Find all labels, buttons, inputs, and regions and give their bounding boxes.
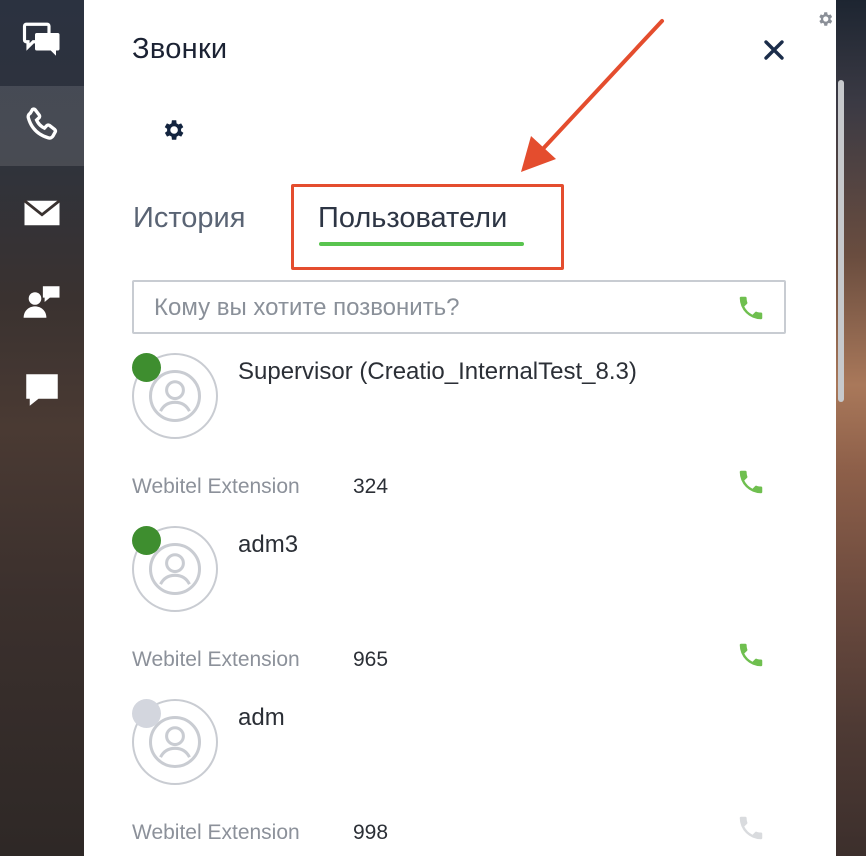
left-rail bbox=[0, 0, 84, 856]
rail-item-chats[interactable] bbox=[0, 0, 84, 80]
contact-message-icon bbox=[23, 286, 60, 318]
close-icon bbox=[764, 40, 784, 60]
annotation-highlight-box bbox=[291, 184, 564, 270]
extension-label: Webitel Extension bbox=[132, 821, 300, 844]
rail-item-email[interactable] bbox=[0, 173, 84, 253]
scrollbar[interactable] bbox=[838, 80, 844, 402]
status-offline-badge bbox=[132, 699, 161, 728]
search-input[interactable] bbox=[154, 290, 734, 326]
phone-icon bbox=[739, 643, 763, 667]
gear-icon bbox=[164, 120, 184, 140]
user-name: adm3 bbox=[238, 531, 299, 558]
chats-icon bbox=[22, 22, 60, 56]
extension-label: Webitel Extension bbox=[132, 475, 300, 498]
user-name: Supervisor (Creatio_InternalTest_8.3) bbox=[238, 358, 637, 385]
rail-item-messages[interactable] bbox=[0, 350, 84, 430]
extension-number: 324 bbox=[353, 475, 389, 498]
tab-history[interactable]: История bbox=[133, 202, 245, 235]
list-item-user[interactable]: Supervisor (Creatio_InternalTest_8.3) We… bbox=[132, 353, 792, 526]
close-button[interactable] bbox=[760, 36, 788, 64]
rail-item-calls[interactable] bbox=[0, 86, 84, 166]
search-box bbox=[132, 280, 786, 334]
message-icon bbox=[26, 374, 58, 406]
settings-button[interactable] bbox=[160, 117, 186, 143]
search-call-button[interactable] bbox=[736, 293, 766, 323]
phone-icon bbox=[739, 470, 763, 494]
extension-label: Webitel Extension bbox=[132, 648, 300, 671]
list-item-user[interactable]: adm Webitel Extension 998 bbox=[132, 699, 792, 856]
phone-icon bbox=[739, 296, 763, 320]
status-online-badge bbox=[132, 353, 161, 382]
mail-icon bbox=[23, 199, 61, 226]
status-online-badge bbox=[132, 526, 161, 555]
call-user-button[interactable] bbox=[736, 467, 766, 497]
panel-title: Звонки bbox=[132, 33, 228, 65]
list-item-user[interactable]: adm3 Webitel Extension 965 bbox=[132, 526, 792, 699]
phone-icon bbox=[26, 107, 58, 140]
user-name: adm bbox=[238, 704, 285, 731]
phone-icon bbox=[739, 816, 763, 840]
call-user-button[interactable] bbox=[736, 640, 766, 670]
extension-number: 998 bbox=[353, 821, 389, 844]
gear-icon[interactable] bbox=[816, 10, 834, 28]
call-user-button[interactable] bbox=[736, 813, 766, 843]
rail-item-contacts[interactable] bbox=[0, 262, 84, 342]
extension-number: 965 bbox=[353, 648, 389, 671]
